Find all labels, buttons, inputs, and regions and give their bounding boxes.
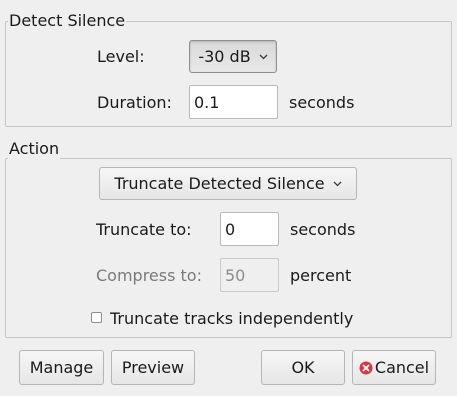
duration-unit-label: seconds — [289, 93, 355, 112]
cancel-button-label: Cancel — [374, 358, 430, 377]
level-label: Level: — [97, 47, 145, 66]
independent-label[interactable]: Truncate tracks independently — [110, 309, 353, 329]
compress-field[interactable] — [220, 258, 279, 292]
manage-button-label: Manage — [29, 358, 94, 377]
level-dropdown[interactable]: -30 dB — [189, 40, 277, 73]
cancel-icon — [359, 361, 373, 375]
action-title: Action — [8, 139, 61, 159]
chevron-down-icon — [333, 181, 342, 187]
level-value: -30 dB — [198, 47, 251, 66]
independent-checkbox[interactable] — [91, 312, 102, 323]
cancel-button[interactable]: Cancel — [352, 350, 436, 385]
compress-label: Compress to: — [96, 266, 202, 285]
compress-unit-label: percent — [290, 266, 352, 285]
truncate-field[interactable] — [220, 212, 279, 246]
preview-button-label: Preview — [121, 358, 185, 377]
duration-label: Duration: — [97, 93, 172, 112]
ok-button[interactable]: OK — [261, 350, 345, 385]
duration-field[interactable] — [189, 85, 278, 119]
preview-button[interactable]: Preview — [111, 350, 195, 385]
action-value: Truncate Detected Silence — [114, 174, 325, 193]
detect-silence-title: Detect Silence — [8, 11, 127, 31]
truncate-unit-label: seconds — [290, 220, 356, 239]
manage-button[interactable]: Manage — [19, 350, 104, 385]
action-dropdown[interactable]: Truncate Detected Silence — [99, 167, 357, 200]
ok-button-label: OK — [291, 358, 315, 377]
truncate-label: Truncate to: — [96, 220, 192, 239]
chevron-down-icon — [259, 54, 268, 60]
